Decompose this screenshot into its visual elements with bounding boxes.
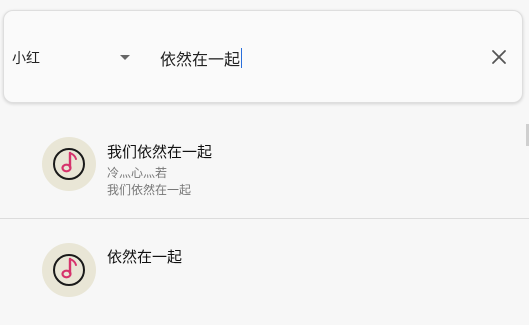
source-select[interactable]: 小红 xyxy=(12,45,132,71)
music-note-icon xyxy=(53,254,85,286)
song-artist: 冷灬心灬若 xyxy=(107,166,168,180)
search-input-value: 依然在一起 xyxy=(160,50,241,69)
song-title: 依然在一起 xyxy=(107,248,183,266)
search-input[interactable]: 依然在一起 xyxy=(160,45,243,71)
chevron-down-icon xyxy=(120,55,130,60)
list-item[interactable]: 依然在一起 xyxy=(0,219,529,325)
album-cover xyxy=(42,243,96,297)
search-bar: 小红 依然在一起 xyxy=(3,10,523,103)
source-select-label: 小红 xyxy=(12,51,40,67)
list-item[interactable]: 我们依然在一起 冷灬心灬若 我们依然在一起 xyxy=(0,112,529,218)
close-icon[interactable] xyxy=(488,46,510,68)
song-album: 我们依然在一起 xyxy=(107,183,192,197)
text-cursor xyxy=(241,48,243,68)
album-cover xyxy=(42,137,96,191)
song-title: 我们依然在一起 xyxy=(107,143,213,161)
music-note-icon xyxy=(53,148,85,180)
